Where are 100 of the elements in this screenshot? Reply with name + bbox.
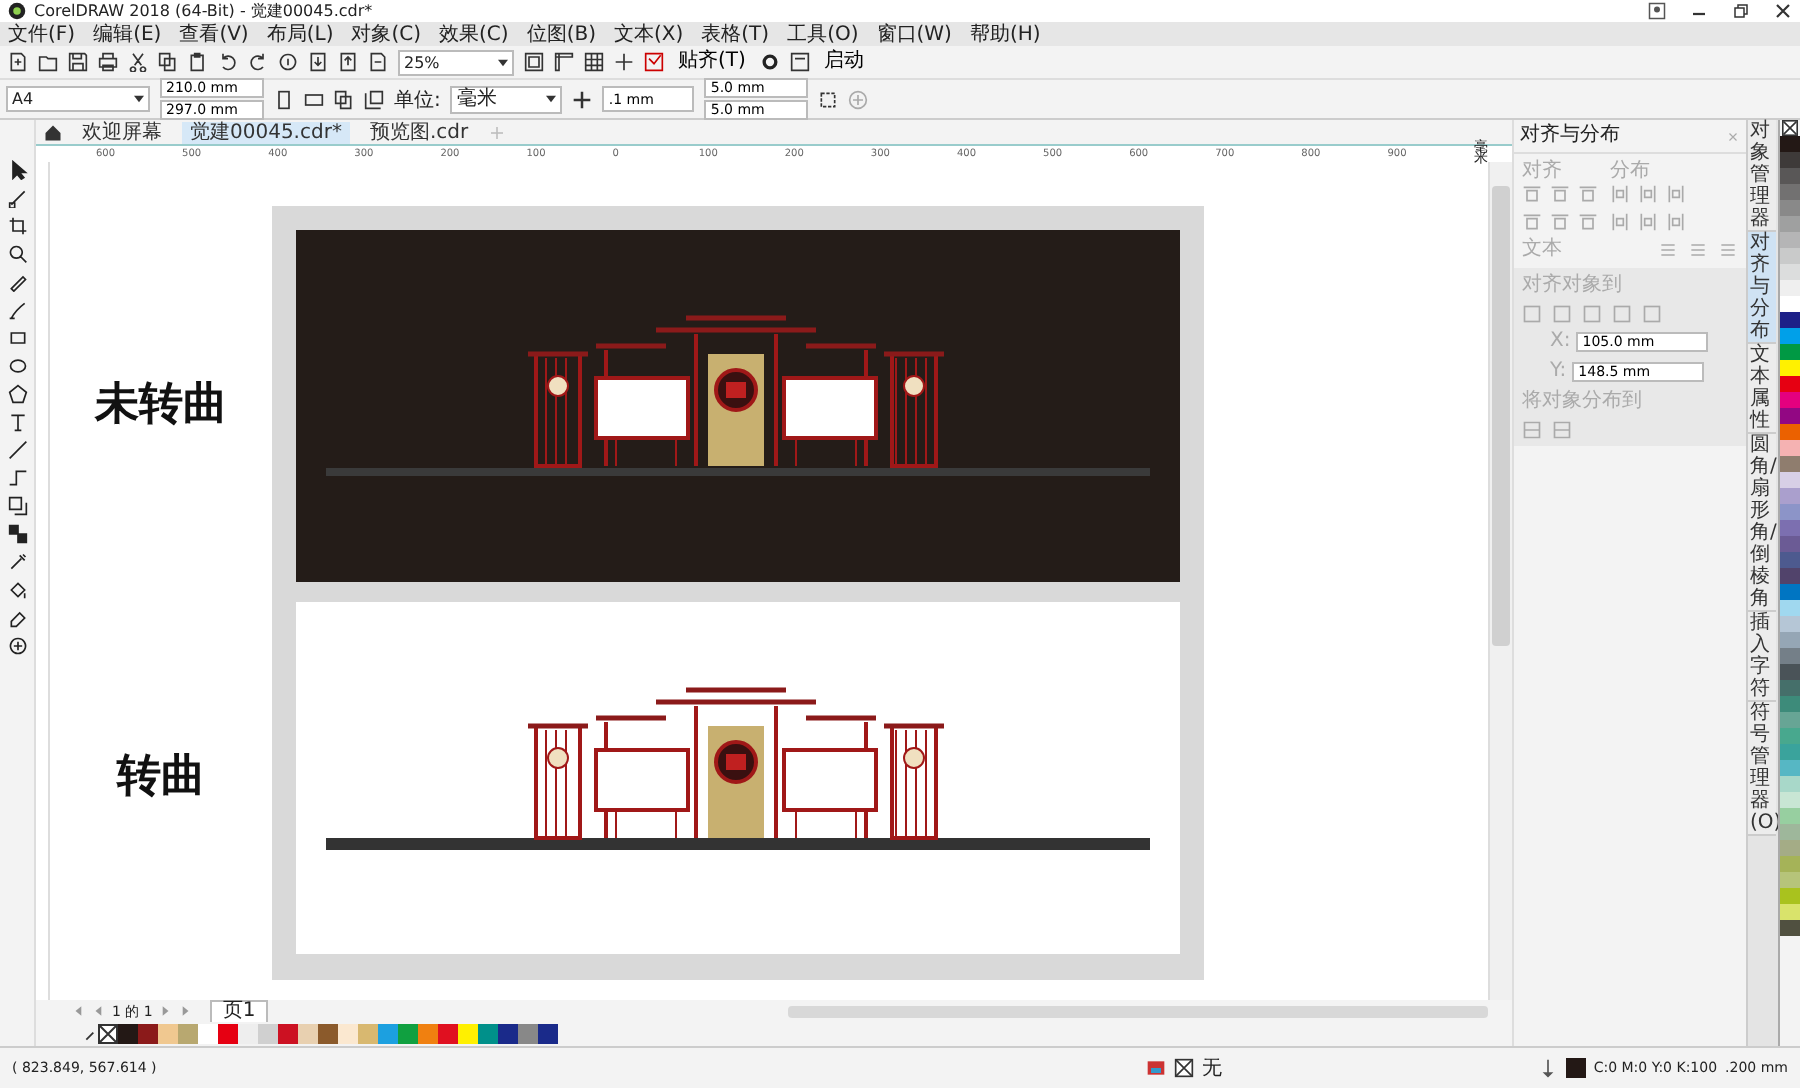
color-swatch[interactable] [1780,408,1800,424]
color-swatch[interactable] [1780,680,1800,696]
menu-item[interactable]: 文件(F) [8,23,76,45]
save-icon[interactable] [68,52,88,72]
color-swatch[interactable] [1780,136,1800,152]
text-align-option-icon[interactable] [1718,240,1738,260]
docker-tab[interactable]: 圆角/扇形角/倒棱角 [1748,434,1776,612]
align-option-icon[interactable] [1522,212,1542,232]
color-swatch[interactable] [378,1024,398,1044]
distribute-option-icon[interactable] [1638,184,1658,204]
scroll-thumb[interactable] [1492,186,1510,646]
color-swatch[interactable] [1780,328,1800,344]
color-swatch[interactable] [138,1024,158,1044]
first-page-icon[interactable] [72,1004,86,1018]
color-swatch[interactable] [1780,472,1800,488]
horizontal-scrollbar[interactable] [788,1005,1488,1017]
color-swatch[interactable] [1780,712,1800,728]
page-size-dropdown[interactable]: A4 [6,86,150,112]
docker-tab[interactable]: 文本属性 [1748,344,1776,434]
redo-icon[interactable] [248,52,268,72]
menu-item[interactable]: 帮助(H) [969,23,1041,45]
color-swatch[interactable] [1780,424,1800,440]
menu-item[interactable]: 文本(X) [613,23,684,45]
menu-item[interactable]: 效果(C) [439,23,509,45]
color-swatch[interactable] [1780,232,1800,248]
color-swatch[interactable] [1780,920,1800,936]
paste-icon[interactable] [188,52,208,72]
color-swatch[interactable] [1780,824,1800,840]
line-tool-icon[interactable] [7,440,27,460]
color-swatch[interactable] [398,1024,418,1044]
snap-icon[interactable] [644,52,664,72]
zoom-dropdown[interactable]: 25% [398,49,514,75]
color-swatch[interactable] [238,1024,258,1044]
color-swatch[interactable] [1780,344,1800,360]
color-swatch[interactable] [1780,168,1800,184]
color-swatch[interactable] [1780,536,1800,552]
color-swatch[interactable] [1780,744,1800,760]
grid-icon[interactable] [584,52,604,72]
docker-tab[interactable]: 插入字符 [1748,612,1776,702]
menu-item[interactable]: 查看(V) [179,23,249,45]
ellipse-tool-icon[interactable] [7,356,27,376]
distribute-target-icon[interactable] [1522,420,1542,440]
color-swatch[interactable] [298,1024,318,1044]
pointer-tool-icon[interactable] [7,160,27,180]
color-swatch[interactable] [1780,616,1800,632]
transparency-tool-icon[interactable] [7,524,27,544]
color-swatch[interactable] [458,1024,478,1044]
all-pages-icon[interactable] [334,89,354,109]
color-swatch[interactable] [1780,280,1800,296]
restore-button[interactable] [1732,2,1750,20]
paint-bucket-icon[interactable] [7,580,27,600]
freehand-tool-icon[interactable] [7,272,27,292]
current-page-icon[interactable] [364,89,384,109]
align-option-icon[interactable] [1522,184,1542,204]
color-swatch[interactable] [178,1024,198,1044]
document-tab[interactable]: 觉建00045.cdr* [182,121,350,143]
vertical-scrollbar[interactable] [1488,162,1512,1000]
color-swatch[interactable] [318,1024,338,1044]
color-swatch[interactable] [1780,440,1800,456]
distribute-target-icon[interactable] [1552,420,1572,440]
color-swatch[interactable] [1780,840,1800,856]
landscape-icon[interactable] [304,89,324,109]
no-color-swatch[interactable] [98,1024,118,1044]
color-swatch[interactable] [358,1024,378,1044]
color-swatch[interactable] [338,1024,358,1044]
color-swatch[interactable] [1780,632,1800,648]
color-swatch[interactable] [1780,568,1800,584]
color-swatch[interactable] [1780,504,1800,520]
color-swatch[interactable] [218,1024,238,1044]
menu-item[interactable]: 表格(T) [701,23,770,45]
node-tool-icon[interactable] [7,188,27,208]
distribute-option-icon[interactable] [1610,212,1630,232]
distribute-option-icon[interactable] [1638,212,1658,232]
color-swatch[interactable] [1780,296,1800,312]
eyedropper-icon[interactable] [84,1027,98,1041]
import-icon[interactable] [308,52,328,72]
color-swatch[interactable] [158,1024,178,1044]
no-color-swatch[interactable] [1780,120,1800,136]
previous-page-icon[interactable] [92,1004,106,1018]
menu-item[interactable]: 窗口(W) [876,23,952,45]
align-option-icon[interactable] [1578,212,1598,232]
color-swatch[interactable] [1780,488,1800,504]
color-swatch[interactable] [1780,376,1800,392]
next-page-icon[interactable] [158,1004,173,1018]
eraser-icon[interactable] [7,608,27,628]
color-swatch[interactable] [1780,792,1800,808]
color-swatch[interactable] [478,1024,498,1044]
align-option-icon[interactable] [1578,184,1598,204]
docker-tab[interactable]: 对齐与分布 [1748,232,1776,344]
guidelines-icon[interactable] [614,52,634,72]
color-swatch[interactable] [278,1024,298,1044]
menu-item[interactable]: 工具(O) [787,23,859,45]
full-screen-icon[interactable] [524,52,544,72]
color-swatch[interactable] [1780,600,1800,616]
docker-tab[interactable]: 对象管理器 [1748,120,1776,232]
settings-icon[interactable] [759,52,780,72]
color-swatch[interactable] [1780,184,1800,200]
color-swatch[interactable] [1780,456,1800,472]
undo-icon[interactable] [218,52,238,72]
folder-icon[interactable] [38,52,58,72]
